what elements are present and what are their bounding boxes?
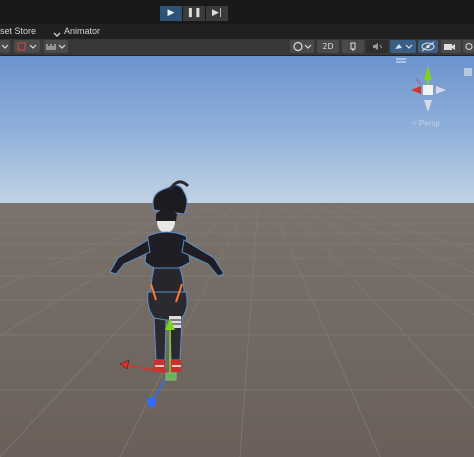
scene-render xyxy=(0,56,474,457)
audio-icon xyxy=(373,43,383,50)
camera-icon xyxy=(444,44,455,50)
draw-mode-dropdown[interactable] xyxy=(0,40,10,53)
scene-toolbar: 2D xyxy=(0,39,474,56)
toggle-2d-button[interactable]: 2D xyxy=(317,40,339,53)
editor-top-bar: ▶ ❚❚ ▶| xyxy=(0,0,474,24)
hidden-objects-toggle[interactable] xyxy=(418,40,438,53)
tab-asset-store[interactable]: set Store xyxy=(0,25,36,38)
lightbulb-icon xyxy=(350,42,356,51)
scene-camera-dropdown[interactable] xyxy=(441,40,461,53)
skybox xyxy=(0,56,474,204)
scene-viewport[interactable]: < Persp xyxy=(0,56,474,457)
pause-button[interactable]: ❚❚ xyxy=(183,6,205,21)
gizmo-tools-dropdown[interactable] xyxy=(14,40,40,53)
window-tab-bar: set Store Animator xyxy=(0,24,474,39)
gizmo-menu-icon[interactable] xyxy=(396,58,406,64)
step-button[interactable]: ▶| xyxy=(206,6,228,21)
animator-tab-icon xyxy=(52,27,62,37)
play-button[interactable]: ▶ xyxy=(160,6,182,21)
grid-snap-icon xyxy=(17,42,37,51)
step-icon: ▶| xyxy=(212,8,222,18)
play-icon: ▶ xyxy=(167,8,175,18)
xz-plane-handle[interactable] xyxy=(165,372,177,381)
visibility-icon xyxy=(421,41,435,52)
tab-animator[interactable]: Animator xyxy=(64,25,100,38)
projection-label[interactable]: < Persp xyxy=(412,119,440,128)
effects-dropdown[interactable] xyxy=(390,40,416,53)
fx-icon xyxy=(395,44,413,49)
ruler-icon xyxy=(46,44,66,50)
gizmos-dropdown[interactable] xyxy=(463,40,474,53)
play-controls: ▶ ❚❚ ▶| xyxy=(160,6,228,21)
snap-increment-dropdown[interactable] xyxy=(44,40,68,53)
audio-toggle[interactable] xyxy=(366,40,388,53)
ground-plane xyxy=(0,203,474,457)
gizmos-icon xyxy=(465,43,473,50)
shading-mode-dropdown[interactable] xyxy=(290,40,314,53)
pause-icon: ❚❚ xyxy=(186,8,202,18)
shading-icon xyxy=(293,41,312,52)
lighting-toggle[interactable] xyxy=(342,40,364,53)
